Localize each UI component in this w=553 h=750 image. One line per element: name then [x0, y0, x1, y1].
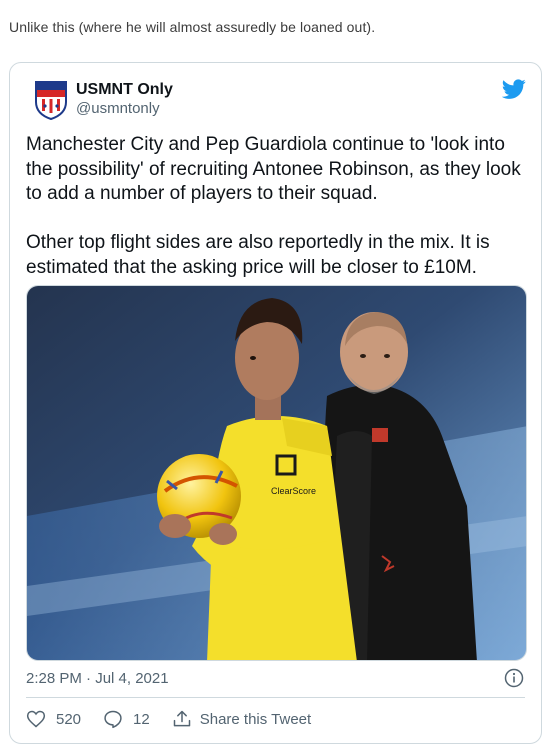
tweet-paragraph: Other top flight sides are also reported… — [26, 232, 490, 278]
share-icon — [173, 710, 190, 727]
info-icon[interactable] — [504, 668, 524, 688]
post-intro-text: Unlike this (where he will almost assure… — [9, 19, 376, 35]
share-label: Share this Tweet — [199, 710, 312, 728]
like-count: 520 — [56, 710, 82, 728]
shirt-sponsor-text: ClearScore — [271, 486, 316, 496]
tweet-text: Manchester City and Pep Guardiola contin… — [26, 133, 531, 305]
reply-button[interactable]: 12 — [103, 709, 150, 729]
avatar[interactable] — [33, 80, 69, 121]
like-button[interactable]: 520 — [26, 709, 81, 729]
reply-count: 12 — [133, 710, 150, 728]
divider — [26, 697, 525, 698]
tweet-photo[interactable]: ClearScore — [26, 285, 527, 661]
twitter-bird-icon[interactable] — [501, 77, 526, 101]
embedded-tweet-card[interactable]: USMNT Only @usmntonly Manchester City an… — [9, 62, 542, 744]
tweet-actions: 520 12 Share this Tweet — [26, 707, 333, 731]
tweet-timestamp[interactable]: 2:28 PM · Jul 4, 2021 — [26, 670, 169, 687]
author-handle[interactable]: @usmntonly — [76, 100, 160, 117]
heart-icon — [26, 710, 46, 728]
author-name[interactable]: USMNT Only — [76, 81, 173, 99]
usmnt-only-crest-icon — [35, 81, 67, 121]
tweet-paragraph: Manchester City and Pep Guardiola contin… — [26, 134, 521, 204]
share-tweet-button[interactable]: Share this Tweet — [172, 709, 311, 729]
reply-icon — [104, 710, 122, 729]
